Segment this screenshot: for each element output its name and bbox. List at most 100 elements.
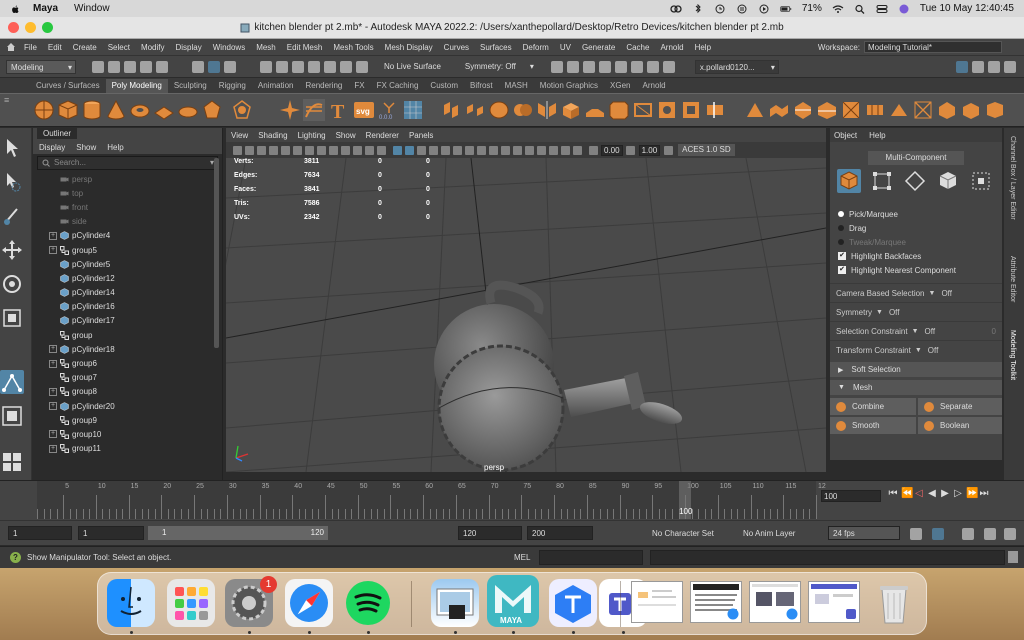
outliner-menu-show[interactable]: Show [76,143,96,152]
shelf-tab-xgen[interactable]: XGen [604,79,636,93]
mel-command-input[interactable] [539,550,643,565]
snap-surface-icon[interactable] [324,60,336,73]
time-ruler[interactable]: 5 10 15 20 25 30 35 40 45 50 55 60 65 70 75 80 85 90 95 100… [37,481,826,519]
spotlight-search-icon[interactable] [854,4,866,14]
step-forward-key-icon[interactable]: ⏩ [966,487,978,501]
expand-icon[interactable]: + [49,387,57,396]
channel-box-tab[interactable]: Channel Box / Layer Editor [1009,136,1016,220]
bevel-icon[interactable] [608,99,630,121]
creative-cloud-icon[interactable] [670,4,682,14]
history-icon[interactable] [550,60,563,73]
wedge-icon[interactable] [864,99,886,121]
expand-icon[interactable]: + [49,430,57,439]
resolution-gate-icon[interactable] [328,145,338,155]
bluetooth-icon[interactable] [692,3,704,14]
separate-icon[interactable] [464,99,486,121]
wireframe-on-shaded-icon[interactable] [428,145,438,155]
type-tool-icon[interactable]: T [327,99,349,121]
highlight-backfaces-checkbox[interactable]: ✔ Highlight Backfaces [830,249,1002,263]
step-forward-frame-icon[interactable]: ▷ [953,487,963,501]
shelf-tab-custom[interactable]: Custom [424,79,464,93]
sweep-mesh-icon[interactable] [279,99,301,121]
select-object-icon[interactable] [208,60,220,73]
preview-icon[interactable] [431,579,479,627]
playback-end-field[interactable]: 120 [458,526,522,540]
shelf-tab-poly-modeling[interactable]: Poly Modeling [105,79,168,93]
maximize-window-button[interactable] [42,22,53,33]
selection-constraint-row[interactable]: Selection Constraint ▼ Off 0 [830,321,1002,340]
target-weld-icon[interactable] [744,99,766,121]
shelf-tab-rendering[interactable]: Rendering [299,79,348,93]
poly-cube-icon[interactable] [57,99,79,121]
svg-tool-icon[interactable]: svg [353,99,375,121]
clock-icon[interactable] [714,4,726,14]
viewport-menu-show[interactable]: Show [336,131,356,140]
expand-icon[interactable]: + [49,444,57,453]
pause-render-icon[interactable] [662,60,675,73]
menu-display[interactable]: Display [176,43,202,52]
paint-select-tool-icon[interactable] [0,204,24,228]
scene-start-field[interactable]: 1 [8,526,72,540]
multisample-aa-icon[interactable] [500,145,510,155]
shelf-tab-fx-caching[interactable]: FX Caching [371,79,425,93]
sound-icon[interactable] [962,528,974,540]
merge-icon[interactable] [912,99,934,121]
tweak-marquee-radio[interactable]: Tweak/Marquee [830,235,1002,249]
channel-box-toggle-icon[interactable] [1004,60,1016,73]
outliner-item[interactable]: group7 [33,371,222,385]
default-material-icon[interactable] [416,145,426,155]
menu-select[interactable]: Select [108,43,130,52]
four-view-layout-icon[interactable] [0,450,24,474]
wifi-icon[interactable] [832,4,844,14]
play-icon[interactable] [758,4,770,14]
outliner-item[interactable]: + group11 [33,442,222,456]
redo-icon[interactable] [156,60,168,73]
lasso-tool-icon[interactable] [0,170,24,194]
minimize-window-button[interactable] [25,22,36,33]
fps-dropdown[interactable]: 24 fps [828,526,900,540]
attribute-editor-toggle-icon[interactable] [972,60,984,73]
uv-layout-icon[interactable] [936,99,958,121]
menu-cache[interactable]: Cache [626,43,649,52]
grease-pencil-icon[interactable] [292,145,302,155]
outliner-item[interactable]: + group8 [33,385,222,399]
launchpad-icon[interactable] [167,579,215,627]
control-center-icon[interactable] [876,4,888,14]
toolkit-menu-object[interactable]: Object [834,131,857,140]
new-scene-icon[interactable] [92,60,104,73]
offset-edge-loop-icon[interactable] [816,99,838,121]
shelf-tab-mash[interactable]: MASH [499,79,534,93]
minimized-window-thumbnail-3[interactable] [749,581,801,623]
move-tool-icon[interactable] [0,238,24,262]
rotate-tool-icon[interactable] [0,272,24,296]
menu-arnold[interactable]: Arnold [660,43,683,52]
menu-set-dropdown[interactable]: Modeling [6,59,76,74]
expand-icon[interactable]: + [49,402,57,411]
range-slider-bar[interactable]: 1 120 [148,526,328,540]
outliner-item[interactable]: group [33,328,222,342]
shelf-menu-icon[interactable]: ≡ [4,96,12,126]
poly-cylinder-icon[interactable] [81,99,103,121]
menu-uv[interactable]: UV [560,43,571,52]
scale-tool-icon[interactable] [0,306,24,330]
snap-point-icon[interactable] [292,60,304,73]
pick-marquee-radio[interactable]: Pick/Marquee [830,207,1002,221]
super-shape-icon[interactable] [231,99,253,121]
ipr-icon[interactable] [582,60,595,73]
outliner-search-input[interactable]: Search... ▾ [37,156,218,170]
menu-edit[interactable]: Edit [48,43,62,52]
window-title-bar[interactable]: kitchen blender pt 2.mb* - Autodesk MAYA… [0,17,1024,39]
poly-plane-icon[interactable] [153,99,175,121]
outliner-item[interactable]: top [33,186,222,200]
menu-edit-mesh[interactable]: Edit Mesh [287,43,323,52]
poly-cone-icon[interactable] [105,99,127,121]
expand-icon[interactable]: + [49,246,57,255]
last-tool-used-icon[interactable] [0,370,24,394]
auto-key-icon[interactable] [932,528,944,540]
render-view-icon[interactable] [630,60,643,73]
uv-editor-icon[interactable] [402,99,424,121]
combine-icon[interactable] [440,99,462,121]
gate-mask-icon[interactable] [340,145,350,155]
mirror-icon[interactable] [536,99,558,121]
symmetry-row[interactable]: Symmetry ▼ Off [830,302,1002,321]
